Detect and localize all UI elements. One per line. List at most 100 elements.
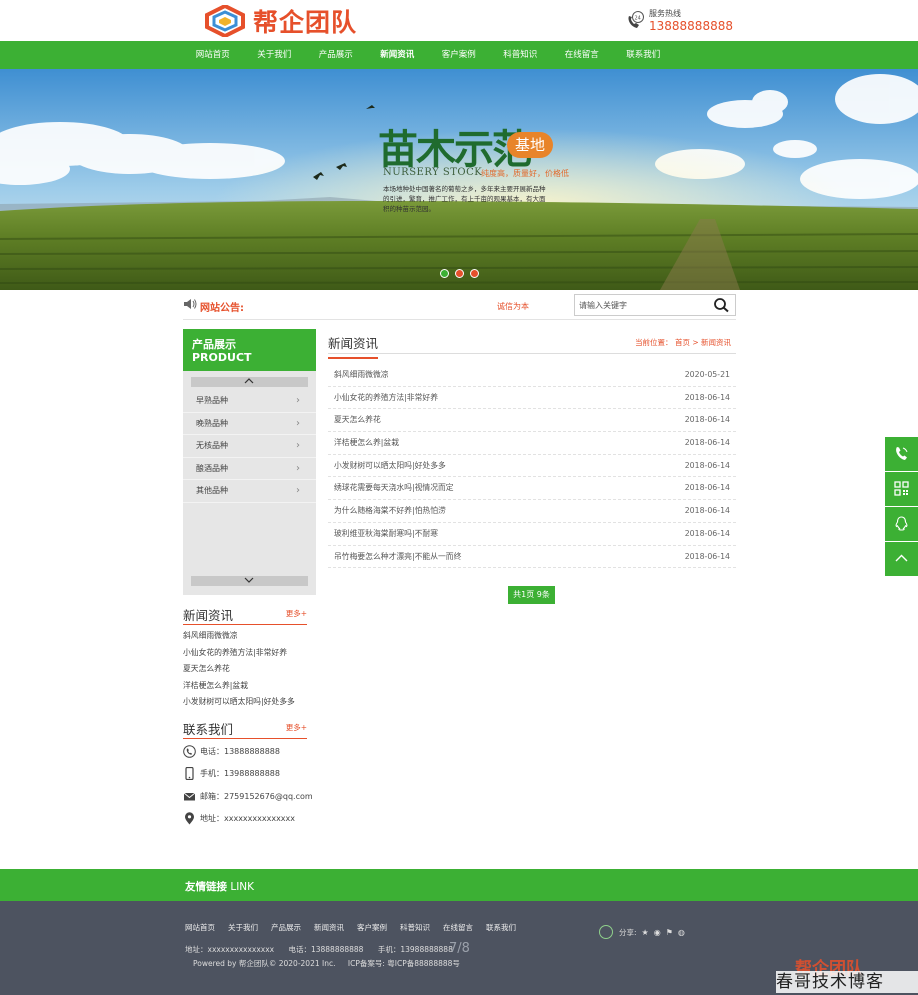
chevron-right-icon: › xyxy=(296,462,300,474)
main-content: 新闻资讯 当前位置： 首页 > 新闻资讯 斜风细雨微微凉 2020-05-21 小… xyxy=(328,329,736,604)
nav-item-cases[interactable]: 客户案例 xyxy=(428,41,490,69)
list-item[interactable]: 夏天怎么养花 xyxy=(183,662,295,679)
news-more-link[interactable]: 更多+ xyxy=(286,608,307,619)
sidebar-item[interactable]: 早熟品种 › xyxy=(183,390,316,413)
news-date: 2018-06-14 xyxy=(684,460,730,470)
list-item[interactable]: 小仙女花的养殖方法|非常好养 xyxy=(183,646,295,663)
mobile-icon xyxy=(185,767,194,781)
contact-email-text: 邮箱：2759152676@qq.com xyxy=(200,791,313,801)
nav-item-about[interactable]: 关于我们 xyxy=(244,41,306,69)
chevron-right-icon: › xyxy=(296,395,300,406)
carousel-dot[interactable] xyxy=(470,269,479,278)
svg-text:24: 24 xyxy=(635,16,641,22)
chevron-right-icon: › xyxy=(296,485,300,497)
footer-nav-item[interactable]: 网站首页 xyxy=(185,922,215,933)
footer-contact-info: 地址：xxxxxxxxxxxxxxx 电话：13888888888 手机：139… xyxy=(185,944,465,955)
float-phone-button[interactable] xyxy=(885,437,918,471)
search-input[interactable] xyxy=(575,295,710,315)
chevron-up-icon xyxy=(895,554,908,562)
breadcrumb[interactable]: 当前位置： 首页 > 新闻资讯 xyxy=(635,337,731,348)
news-row[interactable]: 洋桔梗怎么养|盆栽 2018-06-14 xyxy=(328,432,736,455)
news-row[interactable]: 绣球花需要每天浇水吗|视情况而定 2018-06-14 xyxy=(328,477,736,501)
logo-text: 帮企团队 xyxy=(253,8,358,37)
footer-nav-item[interactable]: 产品展示 xyxy=(271,922,301,933)
footer-mobile: 手机：13988888888 xyxy=(377,945,453,954)
star-icon[interactable]: ★ xyxy=(642,928,649,937)
weibo-icon[interactable]: ◉ xyxy=(654,928,661,937)
banner-subtitle-en: NURSERY STOCK xyxy=(383,167,483,178)
carousel-dot[interactable] xyxy=(455,269,464,278)
back-to-top-button[interactable] xyxy=(885,542,918,576)
main-nav: 网站首页 关于我们 产品展示 新闻资讯 客户案例 科普知识 在线留言 联系我们 xyxy=(0,41,918,69)
footer-nav-item[interactable]: 在线留言 xyxy=(443,922,473,933)
phone-24h-icon: 24 xyxy=(628,11,644,28)
news-title: 为什么随格海棠不好养|怕热怕涝 xyxy=(334,506,446,516)
news-date: 2018-06-14 xyxy=(684,438,730,448)
nav-item-message[interactable]: 在线留言 xyxy=(551,41,613,69)
list-item[interactable]: 洋桔梗怎么养|盆栽 xyxy=(183,679,295,696)
nav-item-products[interactable]: 产品展示 xyxy=(305,41,367,69)
qrcode-icon xyxy=(894,481,909,496)
chevron-down-icon xyxy=(244,577,254,583)
news-row[interactable]: 夏天怎么养花 2018-06-14 xyxy=(328,409,736,433)
contact-mobile: 手机：13988888888 xyxy=(183,766,313,788)
hero-banner[interactable]: 苗木示范 基地 NURSERY STOCK 纯度高，质量好，价格低 本场地种处中… xyxy=(0,69,918,290)
sidebar-item[interactable]: 无核品种 › xyxy=(183,435,316,458)
list-item[interactable]: 斜风细雨微微凉 xyxy=(183,629,295,646)
news-row[interactable]: 玻利维亚秋海棠耐寒吗|不耐寒 2018-06-14 xyxy=(328,523,736,546)
nav-item-knowledge[interactable]: 科普知识 xyxy=(490,41,552,69)
banner-tagline: 纯度高，质量好，价格低 xyxy=(481,169,569,178)
page-title: 新闻资讯 xyxy=(328,333,379,359)
nav-item-contact[interactable]: 联系我们 xyxy=(613,41,675,69)
circle-share-icon[interactable]: ◍ xyxy=(678,928,685,937)
footer-nav-item[interactable]: 联系我们 xyxy=(486,922,516,933)
copyright: Powered by 帮企团队© 2020-2021 Inc. ICP备案号: … xyxy=(193,958,470,969)
scroll-up-button[interactable] xyxy=(191,377,308,387)
news-title: 小发财树可以晒太阳吗|好处多多 xyxy=(334,460,446,470)
footer-nav-item[interactable]: 科普知识 xyxy=(400,922,430,933)
news-row[interactable]: 为什么随格海棠不好养|怕热怕涝 2018-06-14 xyxy=(328,500,736,523)
contact-more-link[interactable]: 更多+ xyxy=(286,722,307,733)
news-row[interactable]: 小发财树可以晒太阳吗|好处多多 2018-06-14 xyxy=(328,455,736,478)
notice-text[interactable]: 诚信为本 xyxy=(497,301,529,312)
sidebar-item-label: 早熟品种 xyxy=(196,396,228,405)
nav-item-home[interactable]: 网站首页 xyxy=(182,41,244,69)
news-title: 绣球花需要每天浇水吗|视情况而定 xyxy=(334,483,454,493)
scroll-down-button[interactable] xyxy=(191,576,308,586)
news-list: 斜风细雨微微凉 2020-05-21 小仙女花的养殖方法|非常好养 2018-06-… xyxy=(328,364,736,569)
share-icon[interactable] xyxy=(599,925,613,939)
news-title: 洋桔梗怎么养|盆栽 xyxy=(334,438,400,448)
sidebar-item[interactable]: 晚熟品种 › xyxy=(183,413,316,436)
sidebar-item[interactable]: 酿酒品种 › xyxy=(183,458,316,481)
news-row[interactable]: 斜风细雨微微凉 2020-05-21 xyxy=(328,364,736,387)
nav-item-news[interactable]: 新闻资讯 xyxy=(367,41,429,69)
friend-links-bar: 友情链接 LINK xyxy=(0,869,918,901)
notice-bar: 网站公告: 诚信为本 xyxy=(183,293,736,320)
footer-nav-item[interactable]: 关于我们 xyxy=(228,922,258,933)
news-title: 斜风细雨微微凉 xyxy=(334,370,389,379)
location-pin-icon xyxy=(185,812,194,825)
footer-nav-item[interactable]: 客户案例 xyxy=(357,922,387,933)
float-qrcode-button[interactable] xyxy=(885,472,918,506)
news-date: 2018-06-14 xyxy=(684,483,730,493)
news-title: 玻利维亚秋海棠耐寒吗|不耐寒 xyxy=(334,528,438,538)
search-icon[interactable] xyxy=(713,297,731,313)
flag-icon[interactable]: ⚑ xyxy=(666,928,673,937)
float-qq-button[interactable] xyxy=(885,507,918,541)
list-item[interactable]: 小发财树可以晒太阳吗|好处多多 xyxy=(183,695,295,712)
sidebar-news-header: 新闻资讯 更多+ xyxy=(183,605,307,625)
news-row[interactable]: 小仙女花的养殖方法|非常好养 2018-06-14 xyxy=(328,387,736,410)
pagination-info[interactable]: 共1页 9条 xyxy=(508,586,555,604)
footer-nav-item[interactable]: 新闻资讯 xyxy=(314,922,344,933)
watermark-text: 春哥技术博客 xyxy=(776,971,918,993)
site-logo[interactable]: 帮企团队 xyxy=(203,5,357,37)
friend-links-title: 友情链接 LINK xyxy=(185,879,254,894)
news-row[interactable]: 吊竹梅要怎么种才漂亮|不能从一而终 2018-06-14 xyxy=(328,546,736,569)
icp-text[interactable]: ICP备案号: 粤ICP备88888888号 xyxy=(348,959,460,968)
carousel-dot[interactable] xyxy=(440,269,449,278)
news-title: 吊竹梅要怎么种才漂亮|不能从一而终 xyxy=(334,551,462,561)
news-date: 2018-06-14 xyxy=(684,415,730,425)
news-title: 夏天怎么养花 xyxy=(334,415,381,425)
sidebar-title-en: PRODUCT xyxy=(192,351,252,364)
sidebar-item[interactable]: 其他品种 › xyxy=(183,480,316,503)
